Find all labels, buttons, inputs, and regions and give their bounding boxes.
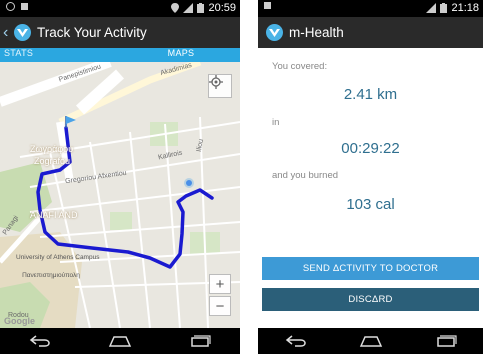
home-nav-icon (359, 336, 382, 347)
discard-button[interactable]: DISCΔRD (262, 288, 479, 311)
my-location-icon (209, 75, 223, 89)
burned-label: and you burned (272, 170, 339, 181)
logo-icon[interactable] (14, 24, 31, 41)
action-bar: ‹ Track Your Activity (0, 17, 240, 48)
tab-maps[interactable]: MAPS (122, 48, 240, 62)
location-pin-icon (171, 3, 180, 13)
screen-title: Track Your Activity (37, 25, 147, 40)
campus-label: University of Athens Campus (16, 254, 100, 261)
signal-icon (426, 3, 437, 13)
map-view[interactable]: Panepistimiou Akadimias Ζωγράφου Zografo… (0, 62, 240, 328)
logo-icon[interactable] (266, 24, 283, 41)
map-label: Zografou (34, 156, 71, 166)
calories-value: 103 cal (346, 196, 395, 213)
my-location-button[interactable] (208, 74, 232, 98)
map-label: Ζωγράφου (30, 144, 74, 154)
action-bar: m-Health (258, 17, 483, 48)
zoom-in-button[interactable]: + (209, 274, 231, 294)
right-phone-screen: 21:18 m-Health You covered: 2.41 km in 0… (258, 0, 483, 354)
back-nav-button[interactable] (28, 333, 52, 349)
screen-title: m-Health (289, 25, 344, 40)
battery-icon (197, 3, 205, 13)
left-phone-screen: 20:59 ‹ Track Your Activity STATS MAPS P… (0, 0, 240, 354)
up-navigation-icon[interactable]: ‹ (3, 24, 11, 42)
notification-icon (264, 2, 271, 9)
in-label: in (272, 117, 280, 128)
send-activity-button[interactable]: SEND ΔCTIVITY TO DOCTOR (262, 257, 479, 280)
home-nav-button[interactable] (359, 333, 383, 349)
tab-bar: STATS MAPS (0, 48, 240, 62)
back-nav-icon (285, 335, 306, 347)
duration-value: 00:29:22 (341, 140, 400, 157)
google-logo: Google (4, 316, 35, 326)
tab-stats[interactable]: STATS (0, 48, 122, 62)
covered-label: You covered: (272, 61, 328, 72)
zoom-out-button[interactable]: − (209, 296, 231, 316)
recents-nav-icon (436, 335, 457, 347)
status-time: 20:59 (208, 2, 236, 14)
distance-value: 2.41 km (343, 86, 398, 103)
navigation-bar (258, 328, 483, 354)
recents-nav-button[interactable] (188, 333, 212, 349)
notification-icon (21, 3, 28, 10)
home-nav-button[interactable] (108, 333, 132, 349)
back-nav-button[interactable] (284, 333, 308, 349)
activity-summary: You covered: 2.41 km in 00:29:22 and you… (258, 48, 483, 328)
battery-icon (440, 3, 448, 13)
recents-nav-button[interactable] (434, 333, 458, 349)
home-nav-icon (108, 336, 132, 347)
back-nav-icon (29, 335, 50, 347)
campus-label: Πανεπιστημιούπολη (22, 272, 80, 279)
status-bar: 21:18 (258, 0, 483, 17)
navigation-bar (0, 328, 240, 354)
status-time: 21:18 (451, 2, 479, 14)
signal-icon (183, 3, 194, 13)
status-bar: 20:59 (0, 0, 240, 17)
map-canvas (0, 62, 240, 328)
map-label: ANAFI AND (30, 210, 78, 220)
recents-nav-icon (191, 335, 211, 347)
notification-icon (6, 2, 15, 11)
